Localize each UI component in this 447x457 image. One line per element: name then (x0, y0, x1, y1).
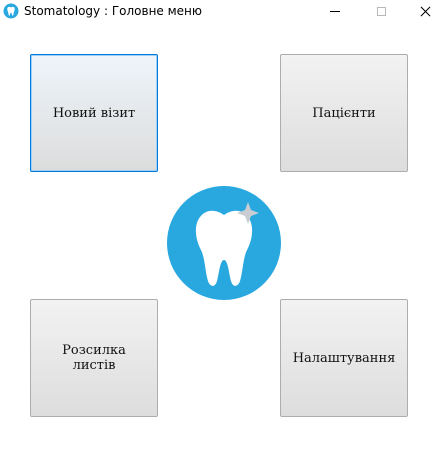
minimize-icon (330, 10, 340, 12)
window-title: Stomatology : Головне меню (24, 4, 202, 18)
app-window: Stomatology : Головне меню Новий візит П… (0, 0, 447, 457)
close-button[interactable] (404, 0, 447, 22)
title-bar[interactable]: Stomatology : Головне меню (0, 0, 447, 22)
patients-button[interactable]: Пацієнти (280, 54, 408, 172)
minimize-button[interactable] (312, 0, 358, 22)
tooth-logo-icon (167, 186, 281, 300)
close-icon (420, 6, 431, 17)
maximize-button[interactable] (358, 0, 404, 22)
mailing-button[interactable]: Розсилка листів (30, 299, 158, 417)
settings-button[interactable]: Налаштування (280, 299, 408, 417)
tooth-icon (3, 3, 19, 19)
new-visit-button[interactable]: Новий візит (30, 54, 158, 172)
maximize-icon (376, 6, 386, 16)
